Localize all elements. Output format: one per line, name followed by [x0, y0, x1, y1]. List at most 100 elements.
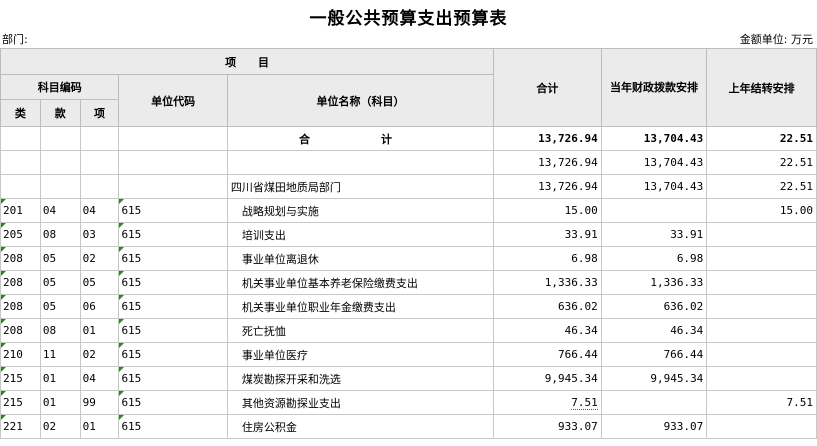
code-kuan: 11 [39, 342, 81, 367]
subject-name: 煤炭勘探开采和洗选 [226, 366, 495, 391]
total-row: 合 计 13,726.94 13,704.43 22.51 [0, 126, 817, 151]
code-xiang: 03 [79, 222, 120, 247]
subject-name: 机关事业单位职业年金缴费支出 [226, 294, 495, 319]
header-unit-name: 单位名称（科目） [226, 74, 495, 127]
unit-code: 615 [118, 318, 228, 343]
amount-total: 6.98 [493, 246, 602, 271]
header-lei: 类 [0, 99, 41, 127]
amount-carry [706, 342, 817, 367]
department-amount: 13,726.94 [493, 174, 602, 199]
subject-name: 事业单位医疗 [226, 342, 495, 367]
unit-code: 615 [118, 294, 228, 319]
amount-current: 33.91 [600, 222, 708, 247]
amount-total: 7.51 [493, 390, 602, 415]
amount-carry: 15.00 [706, 198, 817, 223]
unit-code: 615 [118, 366, 228, 391]
total-current: 13,704.43 [600, 126, 708, 151]
subtotal-carry: 22.51 [706, 150, 817, 175]
code-xiang: 04 [79, 198, 120, 223]
amount-current [600, 198, 708, 223]
amount-carry [706, 366, 817, 391]
amount-current: 636.02 [600, 294, 708, 319]
subject-name: 住房公积金 [226, 414, 495, 439]
code-lei: 221 [0, 414, 41, 439]
budget-table: 项 目 合计 当年财政拨款安排 上年结转安排 科目编码 单位代码 单位名称（科目… [0, 48, 817, 439]
department-label: 部门: [2, 33, 28, 46]
subject-name: 事业单位离退休 [226, 246, 495, 271]
code-kuan: 04 [39, 198, 81, 223]
total-carry: 22.51 [706, 126, 817, 151]
amount-current: 9,945.34 [600, 366, 708, 391]
subtotal-row: 13,726.94 13,704.43 22.51 [0, 150, 817, 175]
amount-total: 766.44 [493, 342, 602, 367]
amount-carry [706, 294, 817, 319]
header-subject-code: 科目编码 [0, 74, 120, 100]
amount-total: 636.02 [493, 294, 602, 319]
code-lei: 210 [0, 342, 41, 367]
total-label: 合 计 [226, 126, 495, 151]
code-kuan: 02 [39, 414, 81, 439]
page-title: 一般公共预算支出预算表 [309, 9, 508, 29]
code-kuan: 01 [39, 366, 81, 391]
amount-current: 766.44 [600, 342, 708, 367]
code-xiang: 02 [79, 342, 120, 367]
subject-name: 培训支出 [226, 222, 495, 247]
code-lei: 208 [0, 294, 41, 319]
header-project: 项 目 [0, 48, 495, 75]
unit-code: 615 [118, 270, 228, 295]
amount-total: 15.00 [493, 198, 602, 223]
code-xiang: 01 [79, 318, 120, 343]
code-kuan: 05 [39, 270, 81, 295]
code-kuan: 05 [39, 294, 81, 319]
subject-name: 机关事业单位基本养老保险缴费支出 [226, 270, 495, 295]
amount-total: 46.34 [493, 318, 602, 343]
table-row: 208 05 05 615 机关事业单位基本养老保险缴费支出 1,336.33 1,336.… [0, 270, 817, 295]
header-total: 合计 [493, 48, 602, 127]
code-lei: 205 [0, 222, 41, 247]
code-lei: 215 [0, 390, 41, 415]
amount-unit-label: 金额单位: 万元 [739, 33, 813, 46]
code-xiang: 06 [79, 294, 120, 319]
code-xiang: 99 [79, 390, 120, 415]
subject-name: 死亡抚恤 [226, 318, 495, 343]
department-current: 13,704.43 [600, 174, 708, 199]
header-current-year: 当年财政拨款安排 [600, 48, 708, 127]
table-row: 205 08 03 615 培训支出 33.91 33.91 [0, 222, 817, 247]
code-kuan: 05 [39, 246, 81, 271]
unit-code: 615 [118, 246, 228, 271]
header-kuan: 款 [39, 99, 81, 127]
code-lei: 208 [0, 270, 41, 295]
header-unit-code: 单位代码 [118, 74, 228, 127]
amount-current: 1,336.33 [600, 270, 708, 295]
department-row: 四川省煤田地质局部门 13,726.94 13,704.43 22.51 [0, 174, 817, 199]
amount-total: 9,945.34 [493, 366, 602, 391]
header-last-year: 上年结转安排 [706, 48, 817, 127]
subtotal-amount: 13,726.94 [493, 150, 602, 175]
department-carry: 22.51 [706, 174, 817, 199]
unit-code: 615 [118, 222, 228, 247]
table-row: 208 08 01 615 死亡抚恤 46.34 46.34 [0, 318, 817, 343]
table-row: 215 01 99 615 其他资源勘探业支出 7.51 7.51 [0, 390, 817, 415]
code-lei: 201 [0, 198, 41, 223]
code-xiang: 05 [79, 270, 120, 295]
amount-carry [706, 222, 817, 247]
table-row: 215 01 04 615 煤炭勘探开采和洗选 9,945.34 9,945.34 [0, 366, 817, 391]
code-kuan: 01 [39, 390, 81, 415]
amount-total-text: 7.51 [571, 396, 598, 410]
unit-code: 615 [118, 414, 228, 439]
department-name: 四川省煤田地质局部门 [226, 174, 495, 199]
unit-code: 615 [118, 390, 228, 415]
amount-total: 1,336.33 [493, 270, 602, 295]
header-xiang: 项 [79, 99, 120, 127]
code-lei: 208 [0, 246, 41, 271]
amount-current: 6.98 [600, 246, 708, 271]
table-row: 208 05 02 615 事业单位离退休 6.98 6.98 [0, 246, 817, 271]
code-xiang: 01 [79, 414, 120, 439]
amount-total: 33.91 [493, 222, 602, 247]
amount-carry [706, 414, 817, 439]
subtotal-current: 13,704.43 [600, 150, 708, 175]
code-kuan: 08 [39, 318, 81, 343]
table-row: 208 05 06 615 机关事业单位职业年金缴费支出 636.02 636.02 [0, 294, 817, 319]
code-lei: 215 [0, 366, 41, 391]
amount-current [600, 390, 708, 415]
